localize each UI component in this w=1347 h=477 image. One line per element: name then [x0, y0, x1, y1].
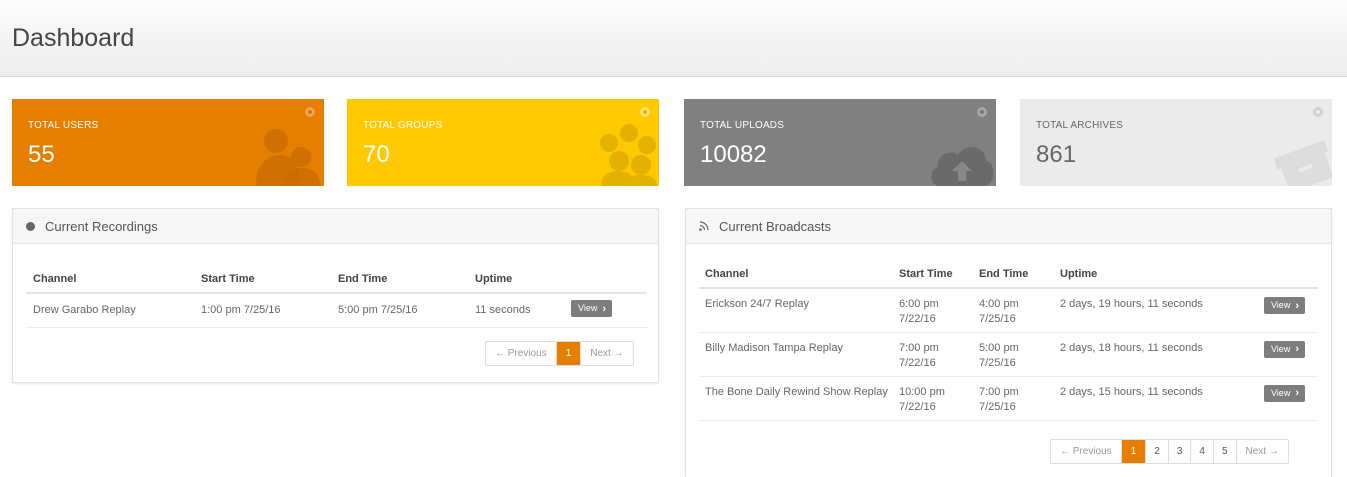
page-button-5[interactable]: 5 — [1212, 440, 1236, 463]
start-time-cell: 10:00 pm 7/22/16 — [893, 376, 973, 421]
archive-box-icon — [1273, 140, 1332, 186]
column-header: Channel — [699, 261, 893, 289]
stat-card-total-archives[interactable]: TOTAL ARCHIVES 861 — [1020, 99, 1332, 186]
stat-card-total-uploads[interactable]: TOTAL UPLOADS 10082 — [684, 99, 996, 186]
stat-label: TOTAL ARCHIVES — [1036, 120, 1124, 131]
column-header: End Time — [973, 261, 1054, 289]
panel-heading: Current Broadcasts — [686, 209, 1331, 244]
chevron-right-icon: › — [602, 302, 607, 315]
view-button[interactable]: View › — [1263, 384, 1305, 402]
page-title: Dashboard — [12, 24, 135, 52]
channel-cell: Erickson 24/7 Replay — [699, 288, 893, 333]
start-time-cell: 6:00 pm 7/22/16 — [893, 288, 973, 333]
table-row: Billy Madison Tampa Replay 7:00 pm 7/22/1… — [699, 332, 1318, 377]
uptime-cell: 2 days, 15 hours, 11 seconds — [1054, 376, 1251, 421]
table-row: The Bone Daily Rewind Show Replay 10:00 … — [699, 376, 1318, 421]
card-options-icon[interactable] — [305, 107, 315, 117]
start-time-cell: 1:00 pm 7/25/16 — [194, 293, 331, 328]
table-row: Erickson 24/7 Replay 6:00 pm 7/22/16 4:00… — [699, 288, 1318, 333]
view-button[interactable]: View › — [571, 300, 613, 317]
panel-heading: Current Recordings — [13, 209, 658, 244]
page-button-4[interactable]: 4 — [1190, 440, 1213, 463]
card-options-icon[interactable] — [1313, 107, 1323, 117]
uptime-cell: 2 days, 18 hours, 11 seconds — [1054, 332, 1251, 377]
stat-label: TOTAL USERS — [28, 120, 99, 131]
table-row: Drew Garabo Replay 1:00 pm 7/25/16 5:00 … — [26, 293, 647, 328]
page-button-3[interactable]: 3 — [1167, 440, 1191, 463]
groups-icon — [600, 124, 657, 186]
panel-title: Current Recordings — [45, 218, 158, 234]
panel-title: Current Broadcasts — [719, 218, 831, 234]
stat-value: 10082 — [700, 141, 767, 168]
end-time-cell: 5:00 pm 7/25/16 — [331, 293, 468, 328]
page-header: Dashboard — [0, 0, 1347, 77]
record-dot-icon — [26, 221, 35, 231]
column-header: Uptime — [468, 266, 564, 294]
uptime-cell: 2 days, 19 hours, 11 seconds — [1054, 288, 1251, 333]
chevron-right-icon: › — [1295, 343, 1299, 355]
column-header: Start Time — [893, 261, 973, 289]
previous-page-button[interactable]: ← Previous — [1051, 440, 1121, 463]
column-header: Start Time — [194, 266, 331, 294]
stat-value: 861 — [1036, 141, 1077, 168]
stat-label: TOTAL UPLOADS — [700, 120, 785, 131]
users-icon — [256, 129, 320, 186]
channel-cell: Drew Garabo Replay — [26, 293, 194, 328]
rss-icon — [699, 221, 709, 231]
current-recordings-panel: Current Recordings Channel Start Time En… — [12, 208, 659, 383]
broadcasts-table: Channel Start Time End Time Uptime Erick… — [699, 261, 1318, 421]
page-button-1[interactable]: 1 — [555, 342, 581, 365]
column-header: Uptime — [1054, 261, 1251, 289]
stat-value: 70 — [363, 141, 390, 168]
column-header: End Time — [331, 266, 468, 294]
table-header-row: Channel Start Time End Time Uptime — [26, 266, 647, 294]
view-button[interactable]: View › — [1263, 297, 1305, 314]
pagination: ← Previous 1 2 3 4 5 Next → — [1050, 439, 1289, 464]
page-button-1[interactable]: 1 — [1120, 440, 1146, 463]
stat-card-total-users[interactable]: TOTAL USERS 55 — [12, 99, 324, 186]
current-broadcasts-panel: Current Broadcasts Channel Start Time En… — [685, 208, 1332, 477]
channel-cell: The Bone Daily Rewind Show Replay — [699, 376, 893, 421]
end-time-cell: 7:00 pm 7/25/16 — [973, 376, 1054, 421]
next-page-button[interactable]: Next → — [580, 342, 632, 365]
uptime-cell: 11 seconds — [468, 293, 564, 328]
stat-value: 55 — [28, 141, 55, 168]
channel-cell: Billy Madison Tampa Replay — [699, 332, 893, 377]
card-options-icon[interactable] — [977, 107, 987, 117]
chevron-right-icon: › — [1295, 387, 1299, 399]
page-button-2[interactable]: 2 — [1145, 440, 1168, 463]
card-options-icon[interactable] — [640, 107, 650, 117]
table-header-row: Channel Start Time End Time Uptime — [699, 261, 1318, 289]
chevron-right-icon: › — [1295, 299, 1299, 312]
end-time-cell: 5:00 pm 7/25/16 — [973, 332, 1054, 377]
column-header: Channel — [26, 266, 194, 294]
view-button[interactable]: View › — [1263, 340, 1305, 358]
stat-label: TOTAL GROUPS — [363, 120, 443, 131]
end-time-cell: 4:00 pm 7/25/16 — [973, 288, 1054, 333]
recordings-table: Channel Start Time End Time Uptime Drew … — [26, 266, 647, 328]
stat-card-total-groups[interactable]: TOTAL GROUPS 70 — [347, 99, 659, 186]
pagination: ← Previous 1 Next → — [485, 341, 634, 366]
next-page-button[interactable]: Next → — [1235, 440, 1288, 463]
previous-page-button[interactable]: ← Previous — [486, 342, 556, 365]
start-time-cell: 7:00 pm 7/22/16 — [893, 332, 973, 377]
cloud-upload-icon — [931, 147, 994, 186]
